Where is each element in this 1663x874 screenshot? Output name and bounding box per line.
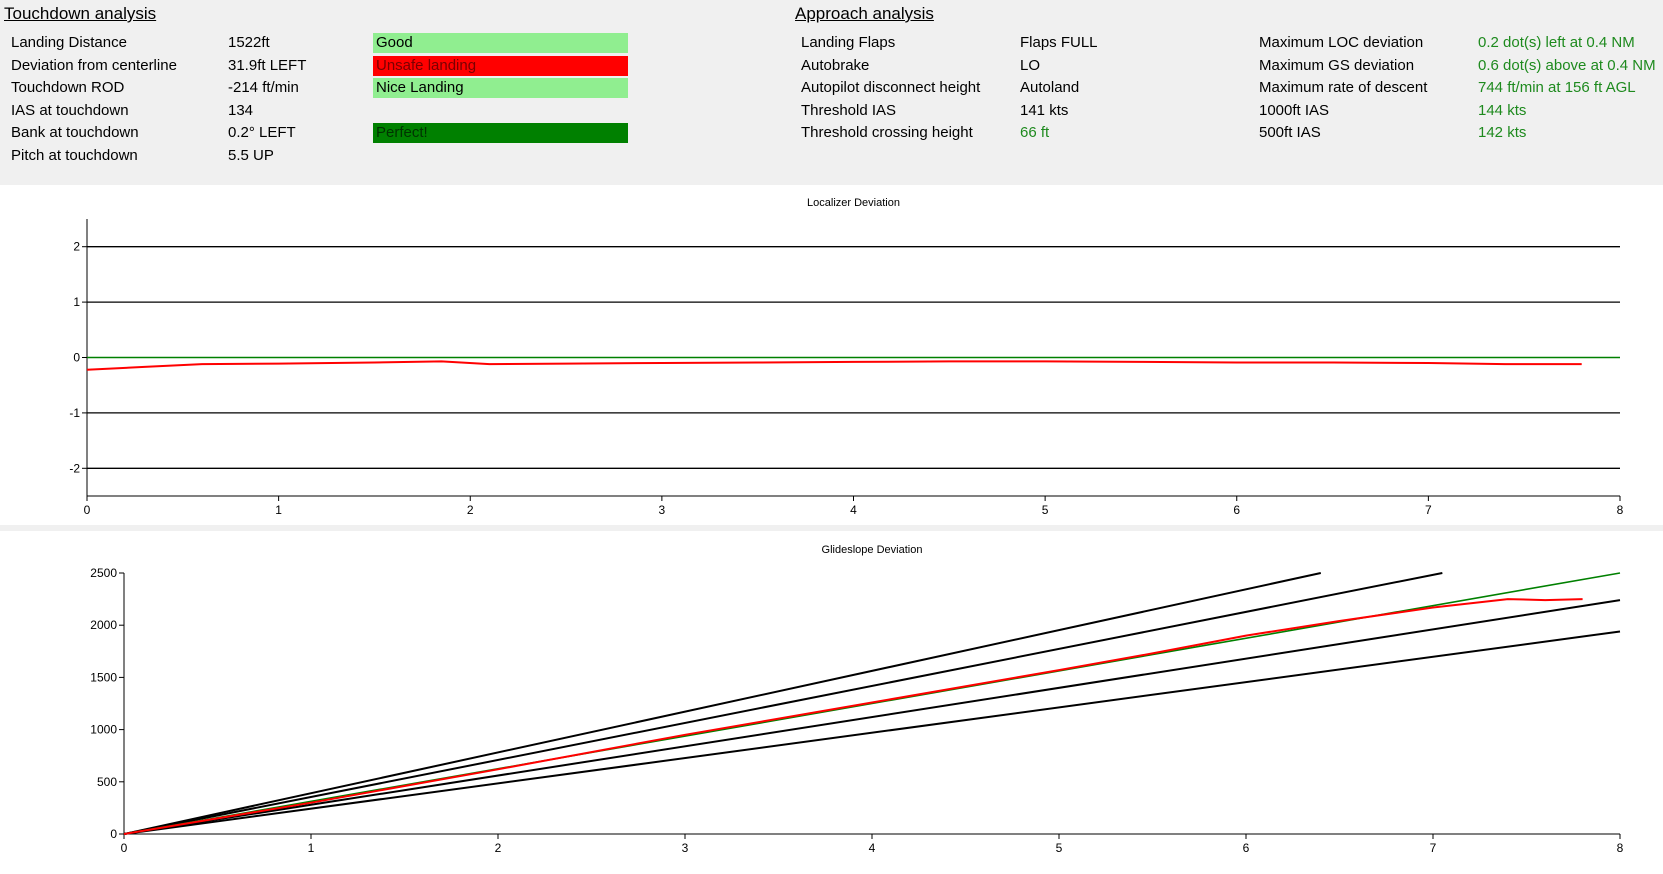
- touchdown-label: Touchdown ROD: [11, 79, 125, 96]
- approach-label: 1000ft IAS: [1259, 101, 1330, 119]
- y-tick-label: -1: [69, 406, 80, 420]
- x-tick-label: 8: [1617, 503, 1624, 517]
- touchdown-label: Deviation from centerline: [11, 56, 177, 74]
- approach-label: Maximum GS deviation: [1259, 56, 1415, 74]
- y-tick-label: 1000: [90, 723, 117, 737]
- x-tick-label: 3: [682, 841, 689, 855]
- approach-value: 141 kts: [1020, 101, 1069, 119]
- x-tick-label: 3: [659, 503, 666, 517]
- touchdown-value: 31.9ft LEFT: [228, 56, 307, 74]
- x-tick-label: 4: [869, 841, 876, 855]
- y-tick-label: 1500: [90, 670, 117, 684]
- touchdown-label: Pitch at touchdown: [11, 146, 138, 164]
- x-tick-label: 7: [1430, 841, 1437, 855]
- reference-line: [123, 599, 1621, 835]
- touchdown-label: IAS at touchdown: [11, 101, 129, 119]
- approach-label: Autobrake: [801, 56, 870, 74]
- touchdown-analysis-title: Touchdown analysis: [4, 4, 157, 23]
- x-tick-label: 7: [1425, 503, 1432, 517]
- approach-value: 142 kts: [1478, 124, 1527, 141]
- touchdown-value: 134: [228, 101, 254, 119]
- y-tick-label: 2000: [90, 618, 117, 632]
- aircraft-path-line: [123, 598, 1583, 835]
- approach-value: LO: [1020, 56, 1041, 74]
- reference-line: [123, 630, 1621, 835]
- chart-title: Localizer Deviation: [807, 197, 900, 209]
- chart-title: Glideslope Deviation: [822, 544, 923, 556]
- approach-value: 144 kts: [1478, 101, 1527, 119]
- x-tick-label: 8: [1617, 841, 1624, 855]
- x-tick-label: 1: [308, 841, 315, 855]
- y-tick-label: 2: [73, 240, 80, 254]
- x-tick-label: 0: [84, 503, 91, 517]
- rating-badge: Good: [373, 33, 628, 53]
- localizer-deviation-chart: Localizer Deviation 2 1 0 -1 -2 0 1 2 3 4 5 6 7 8: [69, 197, 1624, 517]
- rating-badge: Nice Landing: [373, 78, 628, 98]
- approach-label: Landing Flaps: [801, 34, 896, 51]
- x-tick-label: 6: [1243, 841, 1250, 855]
- approach-value: 0.6 dot(s) above at 0.4 NM: [1478, 56, 1656, 74]
- reference-line: [123, 572, 1443, 835]
- y-tick-label: 500: [97, 775, 117, 789]
- touchdown-value: 0.2° LEFT: [228, 124, 296, 141]
- touchdown-label: Landing Distance: [11, 34, 127, 51]
- approach-value: 66 ft: [1020, 124, 1050, 141]
- approach-label: Threshold crossing height: [801, 124, 973, 141]
- y-tick-label: 0: [73, 351, 80, 365]
- approach-value: 744 ft/min at 156 ft AGL: [1478, 79, 1636, 96]
- touchdown-label: Bank at touchdown: [11, 124, 139, 141]
- x-tick-label: 5: [1042, 503, 1049, 517]
- reference-line: [123, 572, 1322, 835]
- y-tick-label: 0: [110, 827, 117, 841]
- y-tick-label: -2: [69, 461, 80, 475]
- y-tick-label: 1: [73, 295, 80, 309]
- approach-label: Maximum LOC deviation: [1259, 34, 1424, 51]
- glideslope-deviation-chart: Glideslope Deviation 2500 2000 1500 1000 500 0…: [90, 544, 1624, 855]
- y-tick-label: 2500: [90, 566, 117, 580]
- touchdown-value: 5.5 UP: [228, 146, 274, 164]
- touchdown-value: -214 ft/min: [228, 79, 299, 96]
- approach-analysis-title: Approach analysis: [795, 4, 934, 23]
- approach-label: Autopilot disconnect height: [801, 79, 981, 96]
- glideslope-chart-panel: Glideslope Deviation 2500 2000 1500 1000 500 0…: [0, 531, 1663, 869]
- approach-label: 500ft IAS: [1259, 124, 1321, 141]
- rating-badge: Perfect!: [373, 123, 628, 143]
- localizer-chart-panel: Localizer Deviation 2 1 0 -1 -2 0 1 2 3 4 5 6 7 8: [0, 185, 1663, 525]
- x-tick-label: 5: [1056, 841, 1063, 855]
- approach-value: 0.2 dot(s) left at 0.4 NM: [1478, 34, 1635, 51]
- approach-value: Flaps FULL: [1020, 34, 1098, 51]
- approach-value: Autoland: [1020, 79, 1080, 96]
- aircraft-path-line: [86, 360, 1582, 371]
- rating-badge: Unsafe landing: [373, 55, 628, 76]
- approach-label: Maximum rate of descent: [1259, 79, 1428, 96]
- x-tick-label: 4: [850, 503, 857, 517]
- x-tick-label: 1: [275, 503, 282, 517]
- x-tick-label: 2: [467, 503, 474, 517]
- x-tick-label: 2: [495, 841, 502, 855]
- touchdown-value: 1522ft: [228, 34, 270, 51]
- approach-label: Threshold IAS: [801, 101, 897, 119]
- summary-panel: Touchdown analysis Approach analysis Lan…: [0, 0, 1663, 185]
- x-tick-label: 0: [121, 841, 128, 855]
- x-tick-label: 6: [1233, 503, 1240, 517]
